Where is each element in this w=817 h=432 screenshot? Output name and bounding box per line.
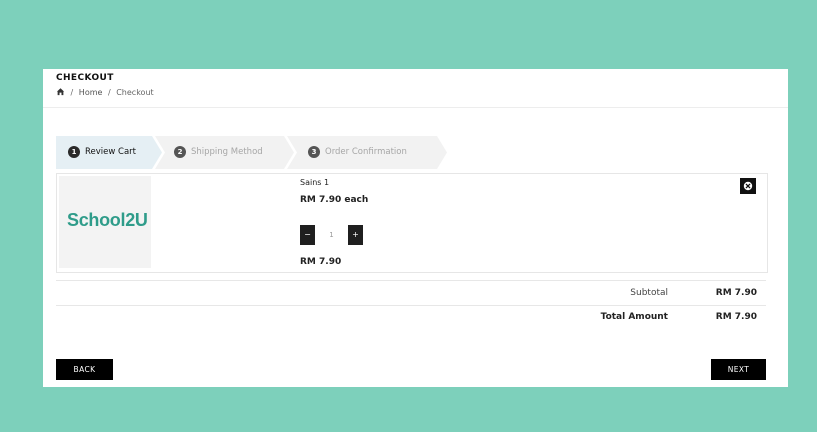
summary-divider [56,305,766,306]
step-label: Shipping Method [191,147,263,157]
step-label: Order Confirmation [325,147,407,157]
decrease-quantity-button[interactable]: − [300,225,315,245]
checkout-page: CHECKOUT / Home / Checkout 1 Review Cart… [43,69,788,387]
total-value: RM 7.90 [715,312,757,322]
step-review-cart[interactable]: 1 Review Cart [56,136,162,169]
increase-quantity-button[interactable]: + [348,225,363,245]
back-button[interactable]: BACK [56,359,113,380]
subtotal-value: RM 7.90 [715,288,757,298]
next-button[interactable]: NEXT [711,359,766,380]
line-total: RM 7.90 [300,257,342,267]
step-number: 1 [68,146,80,158]
step-shipping-method[interactable]: 2 Shipping Method [155,136,294,169]
breadcrumb-home-link[interactable]: Home [79,88,103,97]
summary-divider [56,280,766,281]
step-number: 3 [308,146,320,158]
page-background: CHECKOUT / Home / Checkout 1 Review Cart… [0,0,817,432]
breadcrumb-separator: / [70,88,74,97]
step-number: 2 [174,146,186,158]
quantity-input[interactable] [315,225,348,245]
product-name: Sains 1 [300,178,330,187]
product-image: School2U [59,176,151,268]
breadcrumb: / Home / Checkout [56,87,154,97]
unit-price: RM 7.90 each [300,195,369,205]
step-order-confirmation[interactable]: 3 Order Confirmation [287,136,447,169]
page-title: CHECKOUT [56,73,114,83]
breadcrumb-separator: / [107,88,111,97]
checkout-header: CHECKOUT / Home / Checkout [43,69,788,108]
subtotal-row: Subtotal RM 7.90 [56,288,766,300]
product-logo: School2U [67,210,148,230]
remove-item-button[interactable] [740,178,756,194]
checkout-steps: 1 Review Cart 2 Shipping Method 3 Order … [56,136,496,169]
home-icon[interactable] [56,87,65,96]
total-row: Total Amount RM 7.90 [56,312,766,324]
cart-item-row: School2U Sains 1 RM 7.90 each − + RM 7.9… [56,173,768,273]
subtotal-label: Subtotal [630,288,668,298]
remove-icon [743,181,753,191]
total-label: Total Amount [600,312,668,322]
breadcrumb-current: Checkout [116,88,154,97]
step-label: Review Cart [85,147,136,157]
quantity-stepper: − + [300,225,363,245]
